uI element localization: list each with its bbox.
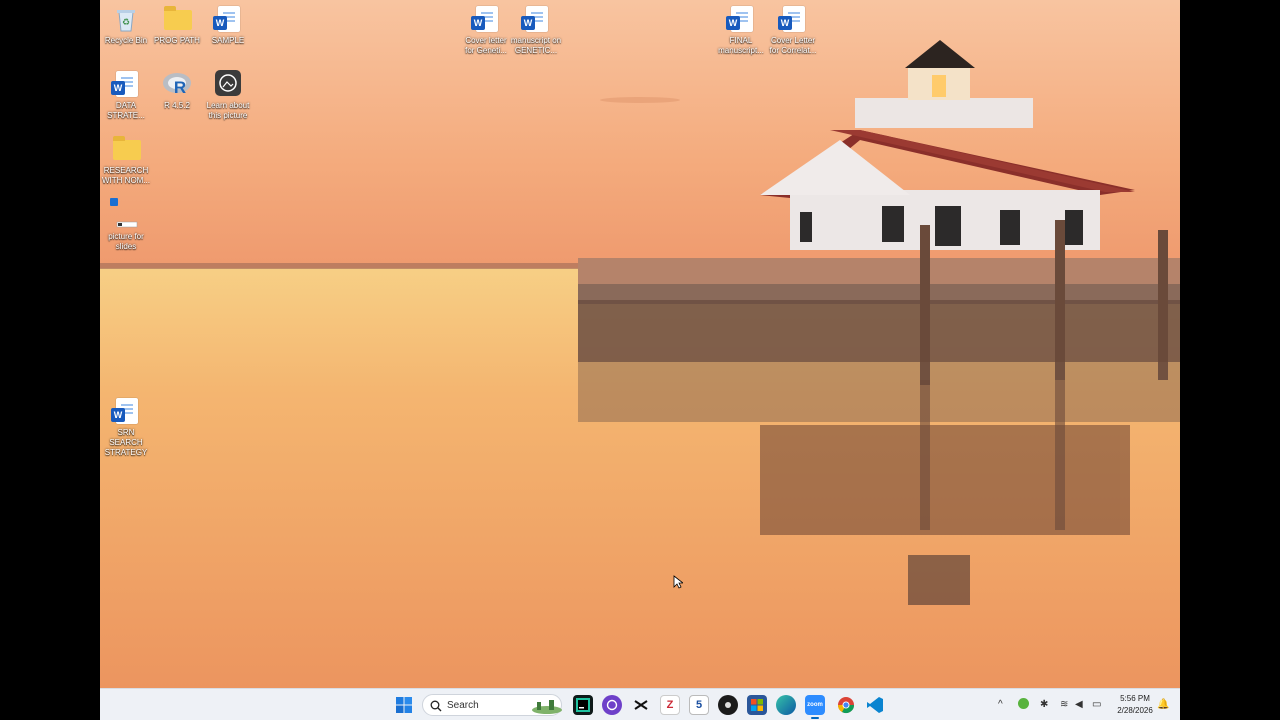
recycle-bin-icon: ♻ (111, 4, 141, 34)
r-shortcut[interactable]: R R 4.5.2 (151, 69, 203, 111)
tray-app-green-icon[interactable] (1018, 698, 1029, 709)
final-manuscript-document[interactable]: W FINAL manuscript... (715, 4, 767, 56)
sample-document[interactable]: W SAMPLE (202, 4, 254, 46)
prog-path-folder[interactable]: PROG PATH (151, 4, 203, 46)
wallpaper: ♻ Recycle Bin PROG PATH W SAMPLE W DATA … (100, 0, 1180, 688)
recycle-bin-label: Recycle Bin (104, 36, 148, 45)
r-label: R 4.5.2 (164, 101, 190, 110)
chevron-up-icon[interactable]: ^ (998, 699, 1003, 710)
srn-search-strategy-label: SRN SEARCH STRATEGY (104, 428, 148, 457)
data-strategy-document[interactable]: W DATA STRATE... (100, 69, 152, 121)
vscode-icon[interactable] (865, 695, 885, 715)
picture-for-slides-label: picture for slides (108, 232, 144, 251)
widgets-landscape-icon (532, 700, 562, 714)
selection-checkbox[interactable] (110, 198, 118, 206)
zotero-icon[interactable]: Z (660, 695, 680, 715)
five-app-icon[interactable]: 5 (689, 695, 709, 715)
svg-text:♻: ♻ (122, 17, 130, 27)
chrome-icon[interactable] (836, 695, 856, 715)
search-placeholder: Search (447, 700, 479, 711)
recycle-bin-shortcut[interactable]: ♻ Recycle Bin (100, 4, 152, 46)
manuscript-genetic-document[interactable]: W manuscript on GENETIC... (510, 4, 562, 56)
research-folder-label: RESEARCH WITH NOM... (102, 166, 150, 185)
volume-icon[interactable]: ◀ (1075, 699, 1083, 710)
edge-browser-icon[interactable] (776, 695, 796, 715)
clock-time[interactable]: 5:56 PM (1110, 694, 1160, 703)
data-strategy-label: DATA STRATE... (107, 101, 145, 120)
learn-about-picture-shortcut[interactable]: Learn about this picture (202, 69, 254, 121)
prog-path-label: PROG PATH (154, 36, 200, 45)
word-document-icon: W (111, 69, 141, 99)
mouse-cursor-icon (673, 575, 683, 589)
r-language-icon: R (162, 69, 192, 99)
cover-letter-correlation-document[interactable]: W Cover Letter for Correlat... (767, 4, 819, 56)
svg-text:R: R (174, 78, 186, 97)
clock-date[interactable]: 2/28/2026 (1110, 706, 1160, 715)
picture-for-slides-file[interactable]: picture for slides (100, 216, 152, 252)
notification-bell-icon[interactable]: 🔔 (1157, 699, 1169, 710)
srn-search-strategy-document[interactable]: W SRN SEARCH STRATEGY (100, 396, 152, 458)
wifi-icon[interactable]: ≋ (1060, 699, 1068, 710)
word-document-icon: W (726, 4, 756, 34)
microsoft-store-icon[interactable] (747, 695, 767, 715)
cover-letter-correlation-label: Cover Letter for Correlat... (769, 36, 817, 55)
word-document-icon: W (521, 4, 551, 34)
final-manuscript-label: FINAL manuscript... (718, 36, 764, 55)
word-document-icon: W (111, 396, 141, 426)
obs-studio-icon[interactable] (718, 695, 738, 715)
search-icon (430, 700, 442, 712)
capcut-icon[interactable] (631, 695, 651, 715)
zoom-icon[interactable]: zoom (805, 695, 825, 715)
battery-icon[interactable]: ▭ (1092, 699, 1101, 710)
camera-icon (213, 69, 243, 99)
taskbar: Search Z 5 zoom ^ ✱ ≋ ◀ ▭ 5:56 PM 2/28/2… (100, 688, 1180, 720)
word-document-icon: W (471, 4, 501, 34)
manuscript-genetic-label: manuscript on GENETIC... (510, 36, 562, 55)
zoom-active-indicator (811, 717, 819, 719)
windows-start-icon[interactable] (394, 695, 414, 715)
cover-letter-genetic-document[interactable]: W Cover letter for Geneti... (460, 4, 512, 56)
word-document-icon: W (778, 4, 808, 34)
folder-icon (162, 4, 192, 34)
word-document-icon: W (213, 4, 243, 34)
image-file-icon (111, 216, 141, 230)
cover-letter-genetic-label: Cover letter for Geneti... (465, 36, 507, 55)
sample-label: SAMPLE (211, 36, 245, 45)
research-folder[interactable]: RESEARCH WITH NOM... (100, 134, 152, 186)
folder-icon (111, 134, 141, 164)
taskbar-search-box[interactable]: Search (422, 694, 562, 716)
github-desktop-icon[interactable] (602, 695, 622, 715)
lighthouse-pier-scene (100, 0, 1180, 688)
learn-about-picture-label: Learn about this picture (206, 101, 250, 120)
desktop-screen: ♻ Recycle Bin PROG PATH W SAMPLE W DATA … (100, 0, 1180, 720)
bluetooth-icon[interactable]: ✱ (1040, 699, 1048, 710)
pycharm-icon[interactable] (573, 695, 593, 715)
